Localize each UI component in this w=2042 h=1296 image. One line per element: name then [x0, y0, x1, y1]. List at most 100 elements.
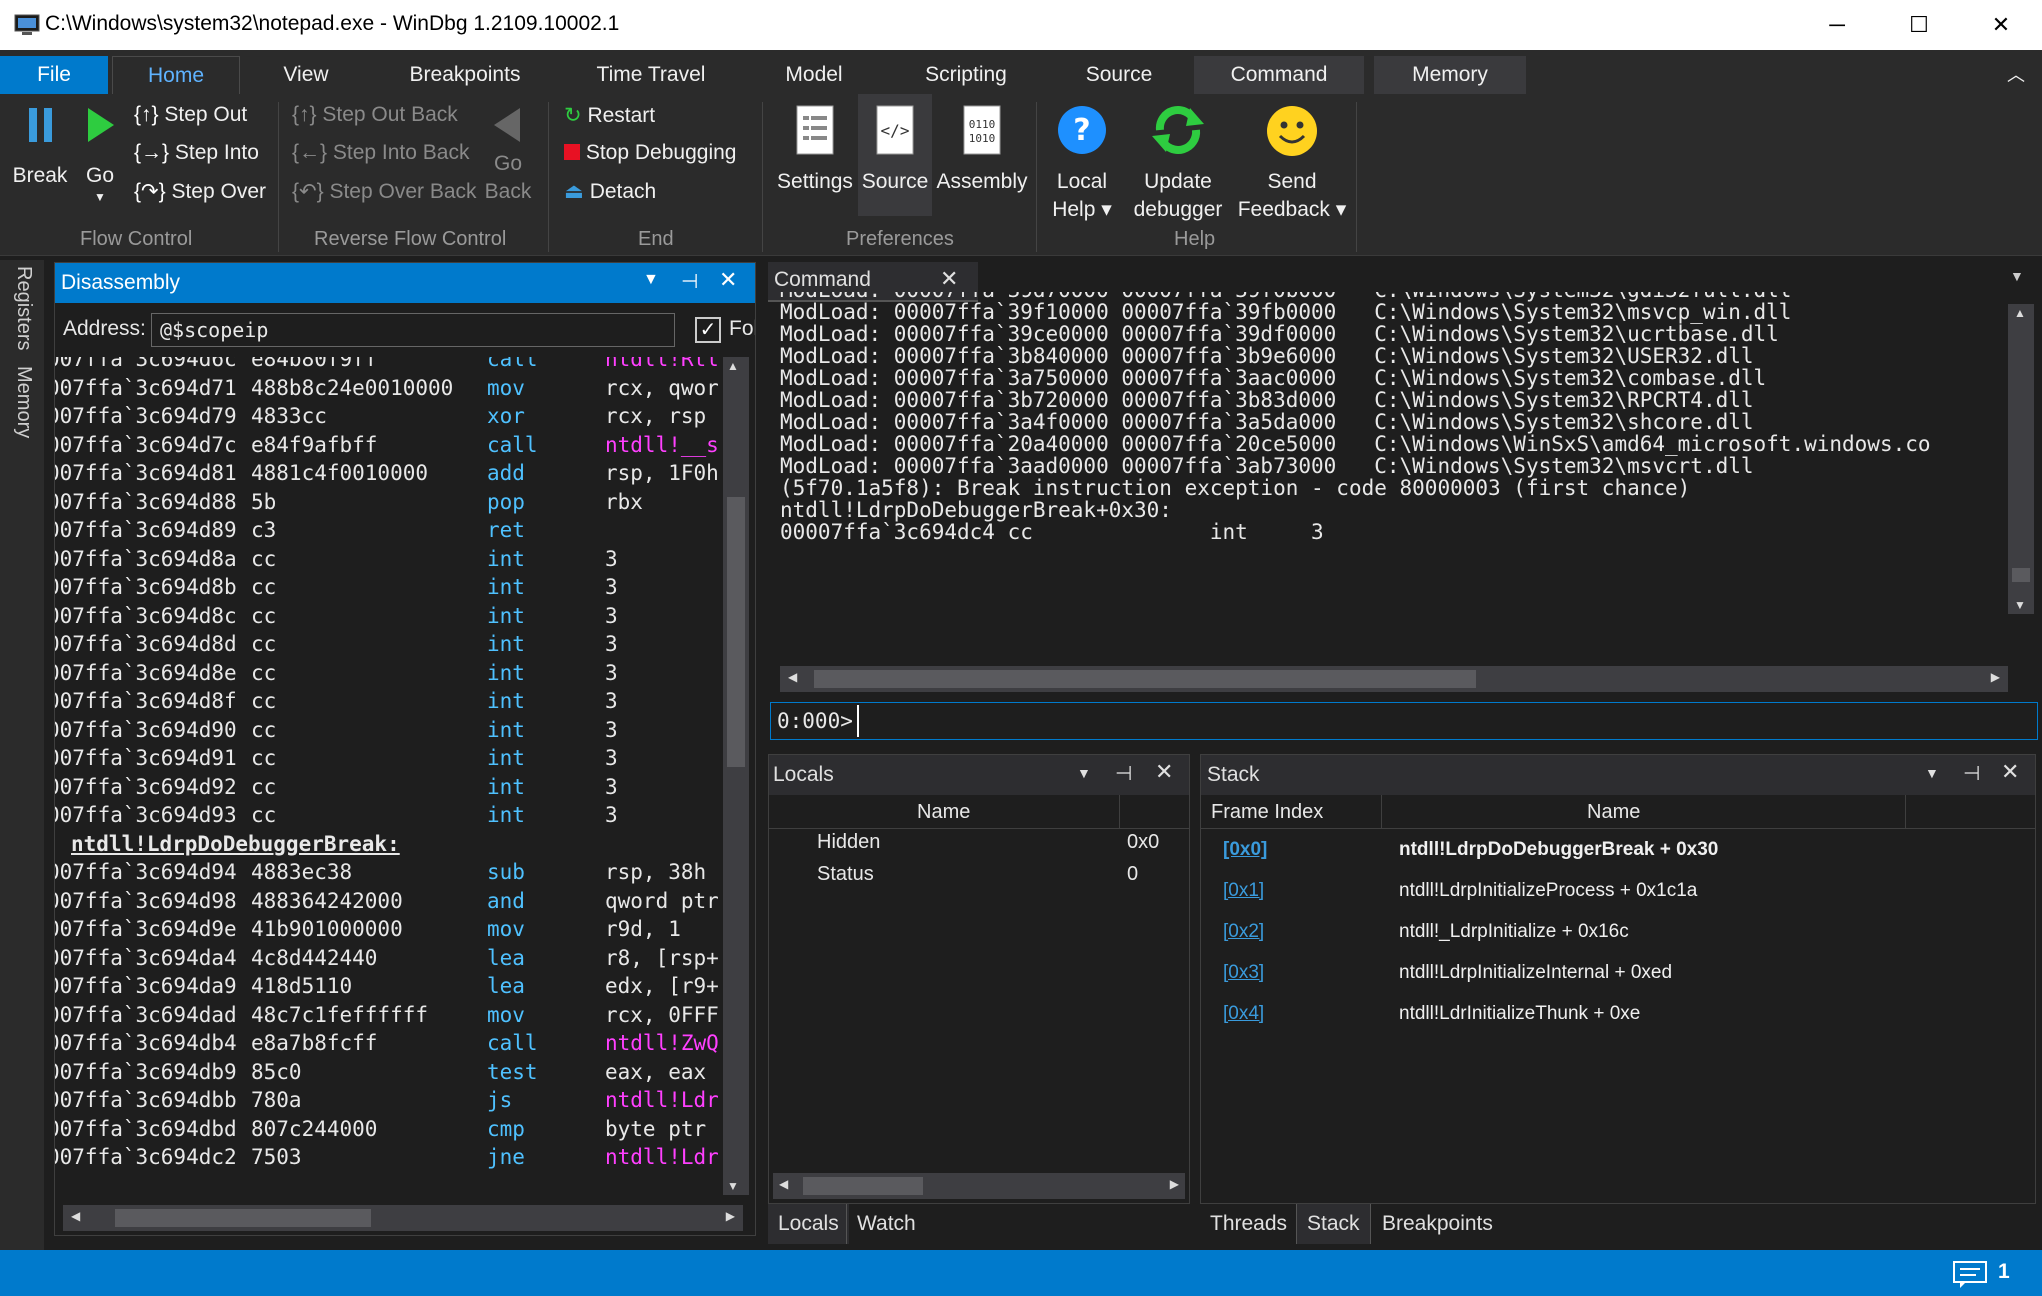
tab-stack[interactable]: Stack — [1296, 1204, 1371, 1244]
stack-col-frame-index[interactable]: Frame Index — [1211, 801, 1323, 824]
step-into-back-button[interactable]: {←} Step Into Back — [292, 141, 469, 165]
close-panel-icon[interactable]: ✕ — [719, 267, 737, 293]
source-code-icon: </> — [858, 104, 932, 160]
step-over-back-button[interactable]: {↶} Step Over Back — [292, 179, 477, 204]
scroll-thumb[interactable] — [814, 670, 1476, 688]
scroll-thumb[interactable] — [115, 1209, 371, 1227]
disasm-address: 007ffa`3c694d89 — [55, 518, 237, 542]
frame-index-link[interactable]: [0x2] — [1223, 921, 1264, 943]
scroll-thumb[interactable] — [727, 497, 745, 767]
close-panel-icon[interactable]: ✕ — [2001, 759, 2019, 785]
step-into-back-icon: {←} — [292, 141, 328, 164]
scroll-left-icon[interactable]: ◀ — [71, 1209, 80, 1223]
stack-frame-row[interactable]: [0x2] ntdll!_LdrpInitialize + 0x16c — [1201, 917, 2035, 951]
settings-button[interactable]: Settings — [774, 104, 856, 196]
command-input[interactable] — [863, 705, 2031, 737]
scroll-up-icon[interactable]: ▲ — [727, 359, 739, 373]
restart-button[interactable]: ↻ Restart — [564, 103, 655, 128]
tab-file[interactable]: File — [0, 56, 108, 94]
disassembly-listing[interactable]: 007ffa`3c694d6c e84b80f9ff call ntdll!Rtl 00… — [55, 357, 723, 1195]
frame-index-link[interactable]: [0x3] — [1223, 962, 1264, 984]
send-feedback-button[interactable]: Send Feedback ▾ — [1236, 104, 1348, 224]
go-back-button[interactable]: Go Back — [480, 104, 536, 206]
scroll-right-icon[interactable]: ▶ — [1991, 670, 2000, 684]
tab-threads[interactable]: Threads — [1200, 1204, 1297, 1244]
stop-debugging-button[interactable]: Stop Debugging — [564, 141, 736, 165]
stack-col-name[interactable]: Name — [1587, 801, 1640, 824]
scroll-down-icon[interactable]: ▼ — [2014, 598, 2026, 612]
tab-locals[interactable]: Locals — [768, 1204, 849, 1244]
scroll-thumb[interactable] — [803, 1177, 923, 1195]
scroll-up-icon[interactable]: ▲ — [2014, 306, 2026, 320]
side-tab-registers[interactable]: Registers — [12, 266, 35, 350]
stack-frame-row[interactable]: [0x3] ntdll!LdrpInitializeInternal + 0xed — [1201, 958, 2035, 992]
disasm-address: 007ffa`3c694d88 — [55, 489, 237, 514]
command-vscrollbar[interactable]: ▲ ▼ — [2008, 304, 2034, 614]
close-window-button[interactable]: ✕ — [1960, 0, 2042, 50]
tab-time-travel[interactable]: Time Travel — [566, 56, 736, 94]
stack-frame-row[interactable]: [0x4] ntdll!LdrInitializeThunk + 0xe — [1201, 999, 2035, 1033]
minimize-button[interactable]: ─ — [1796, 0, 1878, 50]
scroll-right-icon[interactable]: ▶ — [1170, 1177, 1179, 1191]
disassembly-hscrollbar[interactable]: ◀ ▶ — [63, 1205, 743, 1231]
tab-source[interactable]: Source — [1056, 56, 1182, 94]
tab-view[interactable]: View — [248, 56, 364, 94]
pin-icon[interactable]: ⊣ — [681, 269, 698, 294]
address-input[interactable] — [151, 313, 675, 347]
tab-command[interactable]: Command — [1194, 56, 1364, 94]
tab-breakpoints-panel[interactable]: Breakpoints — [1372, 1204, 1503, 1244]
step-out-back-button[interactable]: {↑} Step Out Back — [292, 103, 458, 127]
follow-checkbox[interactable]: ✓ — [695, 317, 721, 343]
close-panel-icon[interactable]: ✕ — [1155, 759, 1173, 785]
panel-menu-icon[interactable]: ▼ — [2010, 268, 2024, 284]
tab-model[interactable]: Model — [752, 56, 876, 94]
step-into-button[interactable]: {→} Step Into — [134, 141, 259, 165]
update-debugger-button[interactable]: Update debugger — [1128, 104, 1228, 224]
panel-menu-dropdown-icon[interactable]: ▼ — [643, 271, 659, 289]
detach-button[interactable]: ⏏ Detach — [564, 179, 656, 204]
command-hscrollbar[interactable]: ◀ ▶ — [780, 666, 2008, 692]
panel-menu-dropdown-icon[interactable]: ▼ — [1077, 765, 1091, 781]
side-tab-memory[interactable]: Memory — [12, 366, 35, 438]
disasm-opcode: mov — [487, 917, 525, 941]
disasm-bytes: 7503 — [251, 1145, 302, 1169]
tab-breakpoints[interactable]: Breakpoints — [380, 56, 550, 94]
collapse-ribbon-icon[interactable]: ︿ — [1996, 56, 2036, 94]
go-button[interactable]: Go ▼ — [76, 104, 124, 204]
step-out-button[interactable]: {↑} Step Out — [134, 103, 247, 127]
locals-col-name[interactable]: Name — [917, 801, 970, 824]
tab-scripting[interactable]: Scripting — [892, 56, 1040, 94]
disasm-opcode: js — [487, 1088, 513, 1112]
disasm-operands: qword ptr — [605, 888, 719, 913]
assembly-button[interactable]: 0110 1010 Assembly — [934, 104, 1030, 196]
command-output-line: ModLoad: 00007ffa`20a40000 00007ffa`20ce… — [780, 432, 1931, 456]
frame-index-link[interactable]: [0x1] — [1223, 880, 1264, 902]
tab-memory[interactable]: Memory — [1374, 56, 1526, 94]
break-button[interactable]: Break — [8, 104, 72, 190]
scroll-thumb[interactable] — [2012, 568, 2030, 582]
maximize-button[interactable]: ☐ — [1878, 0, 1960, 50]
close-command-icon[interactable]: ✕ — [940, 266, 958, 292]
disassembly-vscrollbar[interactable]: ▲ ▼ — [723, 357, 749, 1195]
pin-icon[interactable]: ⊣ — [1115, 761, 1132, 786]
locals-hscrollbar[interactable]: ◀ ▶ — [773, 1173, 1185, 1199]
stack-frame-row[interactable]: [0x1] ntdll!LdrpInitializeProcess + 0x1c1… — [1201, 876, 2035, 910]
local-help-button[interactable]: ? Local Help ▾ — [1040, 104, 1124, 224]
frame-index-link[interactable]: [0x0] — [1223, 839, 1267, 861]
tab-home[interactable]: Home — [112, 56, 240, 94]
notifications-icon[interactable] — [1952, 1260, 1990, 1288]
source-button[interactable]: </> Source — [858, 94, 932, 216]
scroll-left-icon[interactable]: ◀ — [779, 1177, 788, 1191]
go-dropdown-icon[interactable]: ▼ — [76, 190, 124, 204]
tab-watch[interactable]: Watch — [846, 1204, 926, 1244]
frame-index-link[interactable]: [0x4] — [1223, 1003, 1264, 1025]
panel-menu-dropdown-icon[interactable]: ▼ — [1925, 765, 1939, 781]
scroll-down-icon[interactable]: ▼ — [727, 1179, 739, 1193]
pin-icon[interactable]: ⊣ — [1963, 761, 1980, 786]
svg-text:1010: 1010 — [969, 132, 996, 145]
scroll-left-icon[interactable]: ◀ — [788, 670, 797, 684]
scroll-right-icon[interactable]: ▶ — [726, 1209, 735, 1223]
step-over-button[interactable]: {↷} Step Over — [134, 179, 266, 204]
command-output[interactable]: ModLoad: 00007ffa`39d70000 00007ffa`39f0… — [780, 292, 2020, 612]
stack-frame-row[interactable]: [0x0] ntdll!LdrpDoDebuggerBreak + 0x30 — [1201, 835, 2035, 869]
